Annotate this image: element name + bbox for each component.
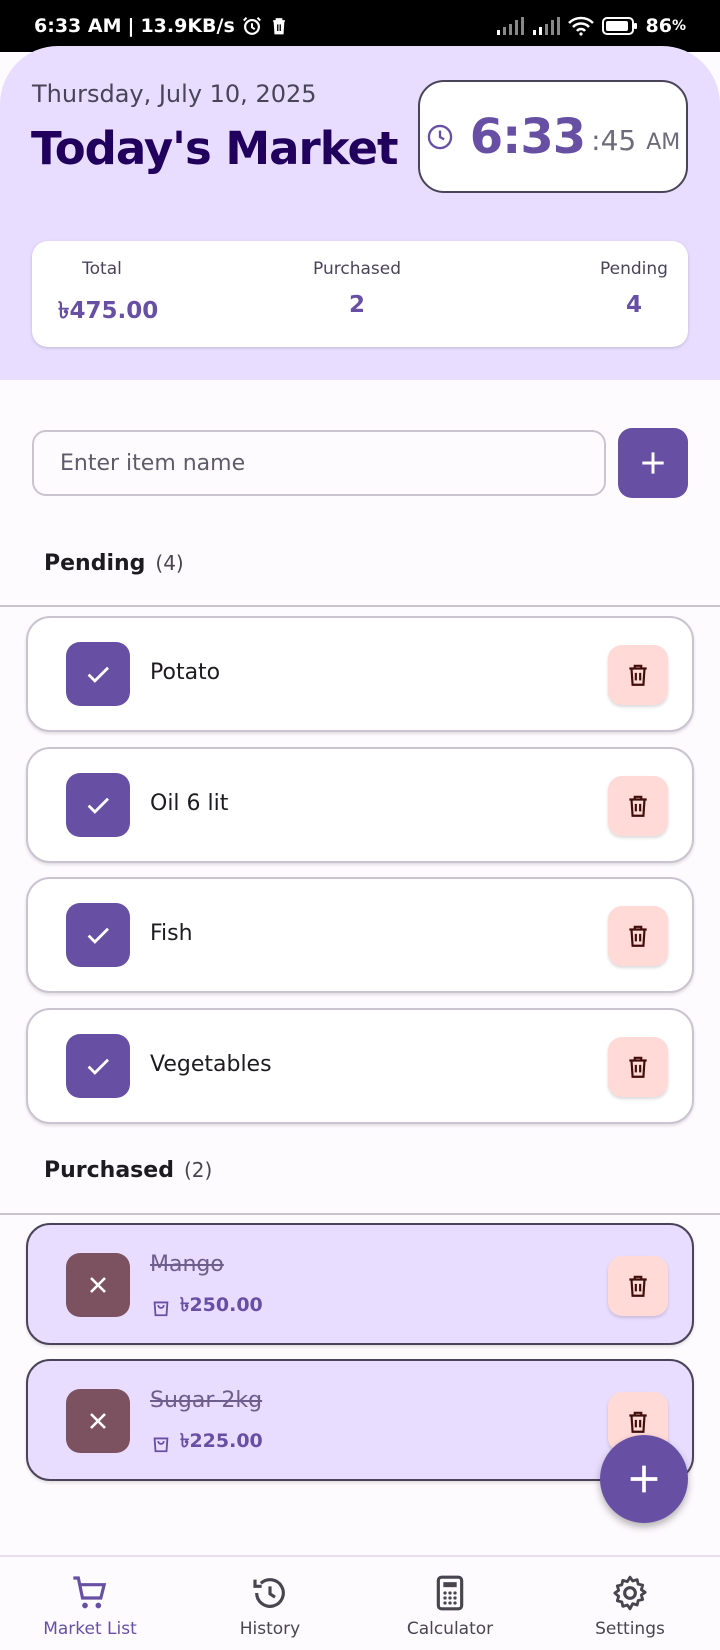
mark-purchased-checkbox[interactable]: [66, 773, 130, 837]
page-title: Today's Market: [31, 122, 398, 175]
item-name: Oil 6 lit: [150, 791, 229, 816]
delete-button[interactable]: [608, 1037, 668, 1097]
clock-ampm: AM: [646, 130, 681, 155]
battery-icon: [601, 16, 638, 36]
pending-label: Pending: [44, 551, 146, 576]
trash-icon: [629, 664, 647, 686]
nav-label: Market List: [43, 1619, 137, 1639]
summary-pending: Pending 4: [594, 259, 674, 318]
nav-label: Calculator: [406, 1619, 494, 1639]
purchased-section-header: Purchased (2): [44, 1158, 212, 1183]
list-item[interactable]: Sugar 2kg ৳225.00: [26, 1359, 694, 1481]
mark-purchased-checkbox[interactable]: [66, 903, 130, 967]
mark-purchased-checkbox[interactable]: [66, 642, 130, 706]
divider: [0, 1213, 720, 1215]
add-item-button[interactable]: [618, 428, 688, 498]
delete-button[interactable]: [608, 1256, 668, 1316]
percent-sign: %: [671, 18, 686, 34]
history-icon: [253, 1578, 285, 1608]
summary-total: Total ৳475.00: [58, 259, 159, 331]
item-name: Mango: [150, 1252, 224, 1277]
nav-history[interactable]: History: [180, 1557, 360, 1650]
mark-pending-button[interactable]: [66, 1389, 130, 1453]
plus-icon: [642, 452, 664, 474]
alarm-icon: [241, 15, 263, 37]
list-item[interactable]: Mango ৳250.00: [26, 1223, 694, 1345]
mark-purchased-checkbox[interactable]: [66, 1034, 130, 1098]
item-name: Sugar 2kg: [150, 1388, 263, 1413]
header: Thursday, July 10, 2025 Today's Market 6…: [0, 46, 720, 380]
clock-hours-minutes: 6:33: [469, 108, 586, 165]
clock-card: 6:33 :45 AM: [418, 80, 688, 193]
trash-icon: [629, 795, 647, 817]
wifi-icon: [567, 16, 594, 36]
item-price: ৳225.00: [150, 1427, 263, 1459]
nav-calculator[interactable]: Calculator: [360, 1557, 540, 1650]
status-time: 6:33 AM: [34, 15, 122, 37]
nav-label: History: [239, 1619, 301, 1639]
check-icon: [87, 797, 109, 814]
pending-count: (4): [155, 551, 184, 575]
summary-pending-value: 4: [625, 292, 642, 318]
calculator-icon: [436, 1575, 464, 1611]
divider: [0, 605, 720, 607]
item-name: Potato: [150, 660, 221, 685]
summary-total-value: ৳475.00: [58, 298, 159, 324]
check-icon: [87, 666, 109, 683]
summary-total-label: Total: [82, 259, 122, 279]
mark-pending-button[interactable]: [66, 1253, 130, 1317]
nav-label: Settings: [595, 1619, 665, 1639]
signal-icon: [496, 16, 524, 36]
delete-button[interactable]: [608, 645, 668, 705]
item-price: ৳250.00: [150, 1291, 263, 1323]
item-price-value: ৳225.00: [180, 1430, 263, 1452]
close-icon: [90, 1413, 106, 1429]
close-icon: [90, 1277, 106, 1293]
shopping-bag-icon: [153, 1437, 169, 1453]
status-bar: 6:33 AM | 13.9KB/s 86%: [0, 0, 720, 52]
summary-pending-label: Pending: [600, 259, 668, 279]
plus-icon: [630, 1465, 658, 1493]
item-name: Vegetables: [150, 1052, 272, 1077]
list-item[interactable]: Oil 6 lit: [26, 747, 694, 863]
item-name-input[interactable]: [32, 430, 606, 496]
pending-section-header: Pending (4): [44, 551, 184, 576]
item-price-value: ৳250.00: [180, 1294, 263, 1316]
trash-notification-icon: [269, 16, 289, 36]
purchased-count: (2): [183, 1158, 213, 1182]
bottom-nav: Market List History Calculator Settings: [0, 1555, 720, 1650]
clock-seconds: :45: [591, 124, 637, 157]
list-item[interactable]: Fish: [26, 877, 694, 993]
trash-icon: [629, 1411, 647, 1433]
clock-icon: [426, 123, 454, 151]
summary-card: Total ৳475.00 Purchased 2 Pending 4: [32, 241, 688, 347]
trash-icon: [629, 1275, 647, 1297]
battery-percent: 86: [645, 15, 672, 37]
trash-icon: [629, 1056, 647, 1078]
check-icon: [87, 1058, 109, 1075]
delete-button[interactable]: [608, 776, 668, 836]
summary-purchased-label: Purchased: [313, 259, 401, 279]
item-name: Fish: [150, 921, 193, 946]
header-date: Thursday, July 10, 2025: [32, 80, 317, 108]
summary-purchased: Purchased 2: [302, 259, 412, 318]
list-item[interactable]: Potato: [26, 616, 694, 732]
list-item[interactable]: Vegetables: [26, 1008, 694, 1124]
nav-settings[interactable]: Settings: [540, 1557, 720, 1650]
shopping-bag-icon: [153, 1301, 169, 1317]
status-net-speed: 13.9KB/s: [140, 15, 235, 37]
cart-icon: [73, 1576, 107, 1609]
add-item-fab[interactable]: [600, 1435, 688, 1523]
nav-market-list[interactable]: Market List: [0, 1557, 180, 1650]
check-icon: [87, 927, 109, 944]
trash-icon: [629, 925, 647, 947]
signal-icon-2: [532, 16, 560, 36]
delete-button[interactable]: [608, 906, 668, 966]
summary-purchased-value: 2: [348, 292, 365, 318]
gear-icon: [613, 1575, 647, 1611]
purchased-label: Purchased: [44, 1158, 174, 1183]
status-separator: |: [127, 15, 135, 37]
